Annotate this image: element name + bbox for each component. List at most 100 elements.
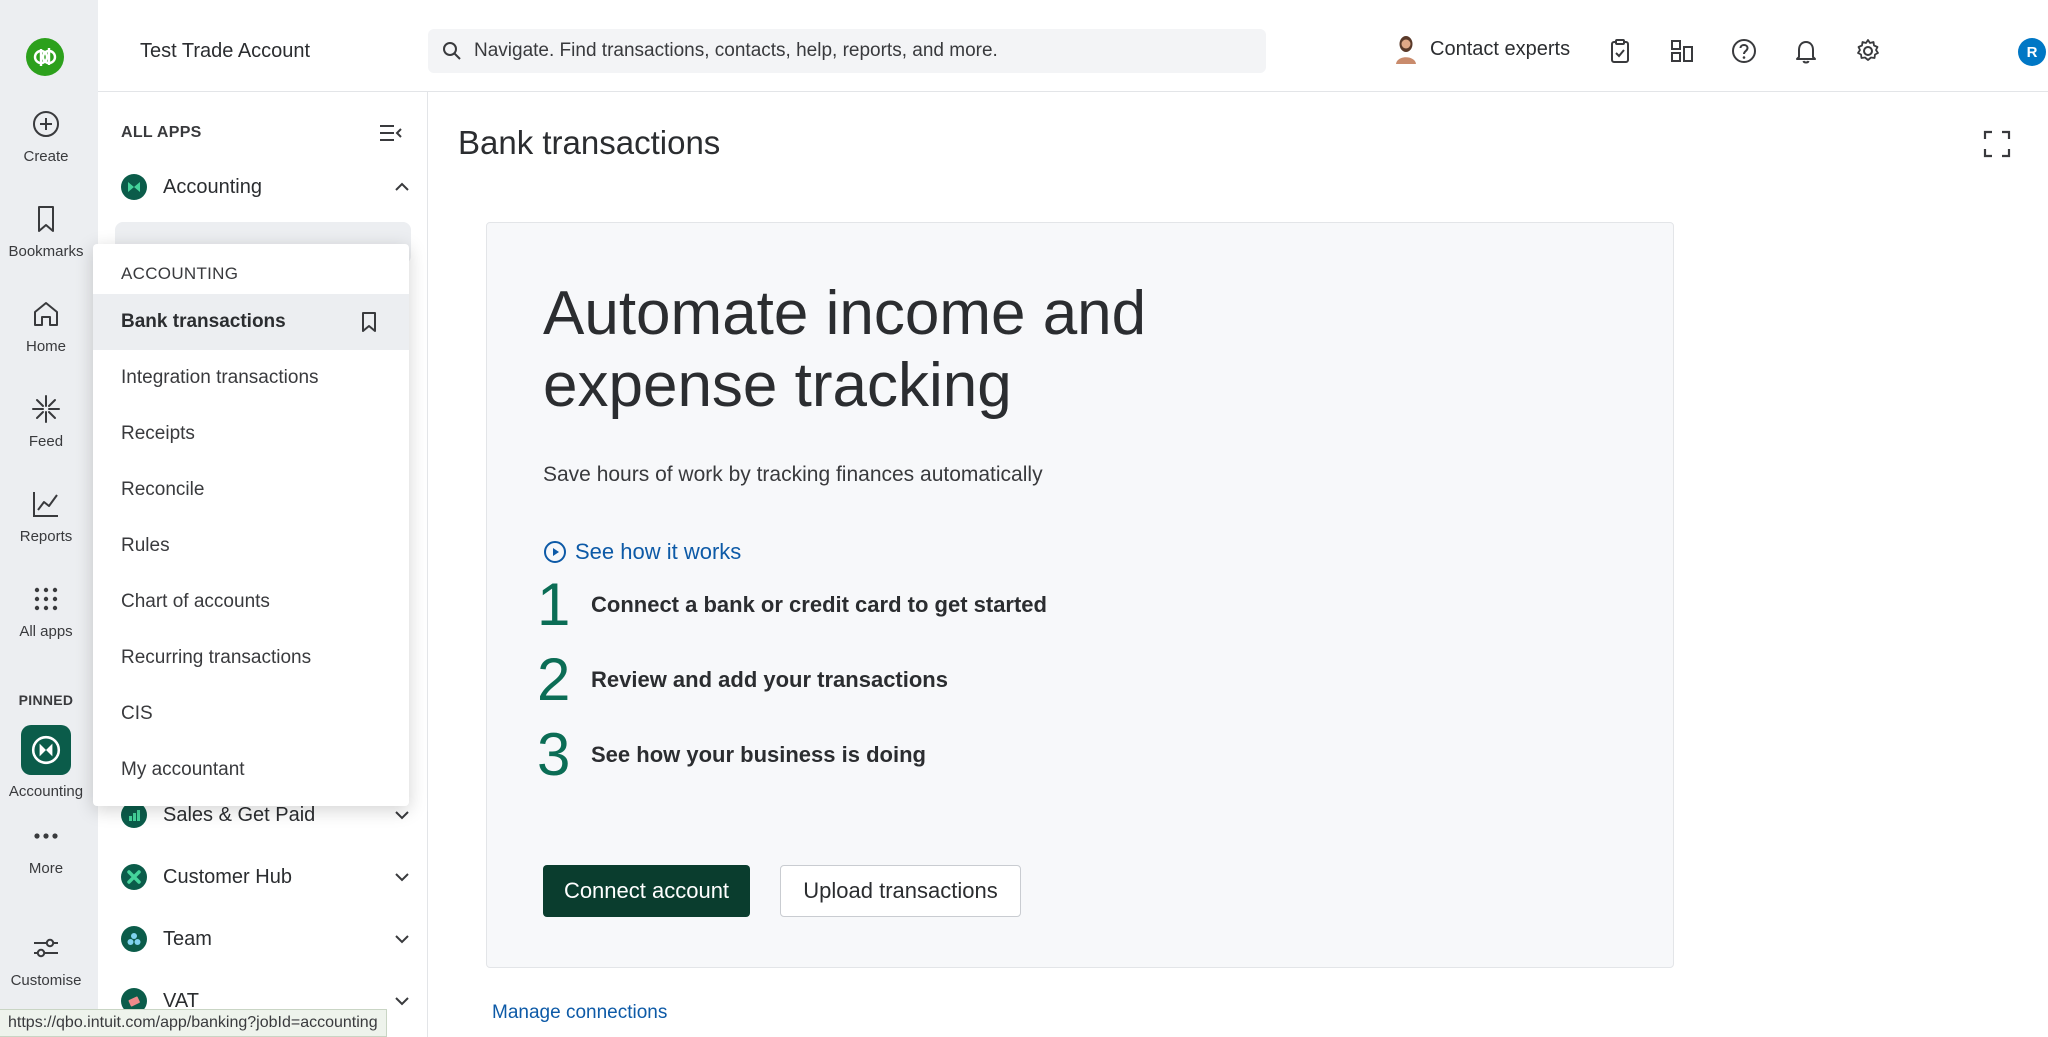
rail-label: Home <box>25 338 66 355</box>
top-bar: Test Trade Account Navigate. Find transa… <box>98 0 2048 92</box>
collapse-panel-icon[interactable] <box>378 122 404 149</box>
contact-experts-button[interactable]: Contact experts <box>1394 34 1570 64</box>
flyout-item-bank-transactions[interactable]: Bank transactions <box>93 294 409 350</box>
rail-label: All apps <box>19 623 73 640</box>
hero-subtitle: Save hours of work by tracking finances … <box>543 463 1043 486</box>
grid-icon <box>34 587 58 611</box>
flyout-item-recurring-transactions[interactable]: Recurring transactions <box>93 630 409 686</box>
app-name: Team <box>163 927 212 950</box>
manage-connections-link[interactable]: Manage connections <box>492 1002 667 1024</box>
step-number: 3 <box>537 721 571 788</box>
contact-experts-label: Contact experts <box>1430 37 1571 60</box>
app-row-team[interactable]: Team <box>121 924 411 954</box>
left-rail: Create Bookmarks Home Feed Reports All a… <box>0 0 98 1037</box>
home-icon <box>34 302 58 326</box>
settings-gear-icon[interactable] <box>1853 36 1883 66</box>
rail-label: Feed <box>28 433 64 450</box>
see-how-it-works-link[interactable]: See how it works <box>543 539 741 565</box>
app-row-accounting[interactable]: Accounting <box>121 172 411 202</box>
status-bar-url: https://qbo.intuit.com/app/banking?jobId… <box>0 1009 387 1037</box>
help-icon[interactable] <box>1729 36 1759 66</box>
rail-item-customise[interactable]: Customise <box>0 932 92 989</box>
apps-switch-icon[interactable] <box>1667 36 1697 66</box>
pinned-heading: PINNED <box>18 692 74 708</box>
rail-item-home[interactable]: Home <box>0 298 92 355</box>
fullscreen-icon[interactable] <box>1983 130 2011 163</box>
search-input[interactable]: Navigate. Find transactions, contacts, h… <box>428 29 1266 73</box>
rail-item-bookmarks[interactable]: Bookmarks <box>0 203 92 260</box>
company-name[interactable]: Test Trade Account <box>140 40 310 63</box>
rail-item-reports[interactable]: Reports <box>0 488 92 545</box>
hero-heading: Automate income and expense tracking <box>543 278 1243 422</box>
rail-item-more[interactable]: More <box>0 820 92 877</box>
rail-label: Reports <box>19 528 73 545</box>
flyout-item-chart-of-accounts[interactable]: Chart of accounts <box>93 574 409 630</box>
step-number: 1 <box>537 571 571 638</box>
flyout-item-label: Bank transactions <box>121 311 286 332</box>
flyout-item-rules[interactable]: Rules <box>93 518 409 574</box>
flyout-item-label: Receipts <box>121 423 195 444</box>
tasks-clipboard-icon[interactable] <box>1605 36 1635 66</box>
expert-avatar-icon <box>1396 36 1416 64</box>
flyout-item-label: Recurring transactions <box>121 647 312 668</box>
app-name: Accounting <box>163 175 262 198</box>
hero-line-1: Automate income and <box>543 279 1147 348</box>
plus-circle-icon <box>33 111 59 137</box>
accounting-app-icon <box>21 725 71 775</box>
app-row-customer-hub[interactable]: Customer Hub <box>121 862 411 892</box>
flyout-item-cis[interactable]: CIS <box>93 686 409 742</box>
chevron-up-icon <box>395 182 409 191</box>
hero-line-2: expense tracking <box>543 351 1012 420</box>
chevron-down-icon <box>395 935 409 944</box>
flyout-item-label: Chart of accounts <box>121 591 270 612</box>
rail-item-pinned-accounting[interactable]: Accounting <box>0 725 92 800</box>
page-title: Bank transactions <box>458 124 721 161</box>
bookmark-icon[interactable] <box>359 311 379 333</box>
accounting-app-icon <box>121 174 147 200</box>
app-name: Sales & Get Paid <box>163 803 316 826</box>
notifications-bell-icon[interactable] <box>1791 36 1821 66</box>
sliders-icon <box>34 938 58 958</box>
rail-label: Create <box>23 148 69 165</box>
flyout-item-label: Rules <box>121 535 170 556</box>
onboarding-card: Automate income and expense tracking Sav… <box>486 222 1674 968</box>
rail-label: More <box>28 860 64 877</box>
bookmark-icon <box>38 206 54 232</box>
flyout-item-label: CIS <box>121 703 153 724</box>
rail-label: Accounting <box>8 783 84 800</box>
upload-transactions-button[interactable]: Upload transactions <box>780 865 1021 917</box>
team-app-icon <box>121 926 147 952</box>
accounting-flyout-menu: ACCOUNTING Bank transactions Integration… <box>93 244 409 806</box>
rail-label: Customise <box>10 972 82 989</box>
flyout-item-label: Reconcile <box>121 479 205 500</box>
connect-account-button[interactable]: Connect account <box>543 865 750 917</box>
search-placeholder: Navigate. Find transactions, contacts, h… <box>474 40 998 61</box>
step-3: 3 See how your business is doing <box>537 725 926 785</box>
step-text: See how your business is doing <box>591 742 926 767</box>
step-number: 2 <box>537 646 571 713</box>
step-text: Connect a bank or credit card to get sta… <box>591 592 1047 617</box>
flyout-item-integration-transactions[interactable]: Integration transactions <box>93 350 409 406</box>
flyout-item-reconcile[interactable]: Reconcile <box>93 462 409 518</box>
chevron-down-icon <box>395 811 409 820</box>
search-icon <box>443 42 461 60</box>
flyout-item-label: My accountant <box>121 759 245 780</box>
quickbooks-logo-icon[interactable] <box>26 38 64 76</box>
see-how-label: See how it works <box>575 539 742 564</box>
rail-item-all-apps[interactable]: All apps <box>0 583 92 640</box>
line-chart-icon <box>33 492 58 517</box>
flyout-item-label: Integration transactions <box>121 367 319 388</box>
customer-hub-app-icon <box>121 864 147 890</box>
play-circle-icon <box>544 541 566 563</box>
rail-item-feed[interactable]: Feed <box>0 393 92 450</box>
flyout-item-my-accountant[interactable]: My accountant <box>93 742 409 798</box>
step-text: Review and add your transactions <box>591 667 948 692</box>
user-avatar[interactable]: R <box>2018 38 2046 66</box>
chevron-down-icon <box>395 873 409 882</box>
sparkle-icon <box>32 395 60 423</box>
flyout-heading: ACCOUNTING <box>121 264 239 283</box>
rail-item-create[interactable]: Create <box>0 108 92 165</box>
flyout-item-receipts[interactable]: Receipts <box>93 406 409 462</box>
step-2: 2 Review and add your transactions <box>537 650 948 710</box>
chevron-down-icon <box>395 997 409 1006</box>
